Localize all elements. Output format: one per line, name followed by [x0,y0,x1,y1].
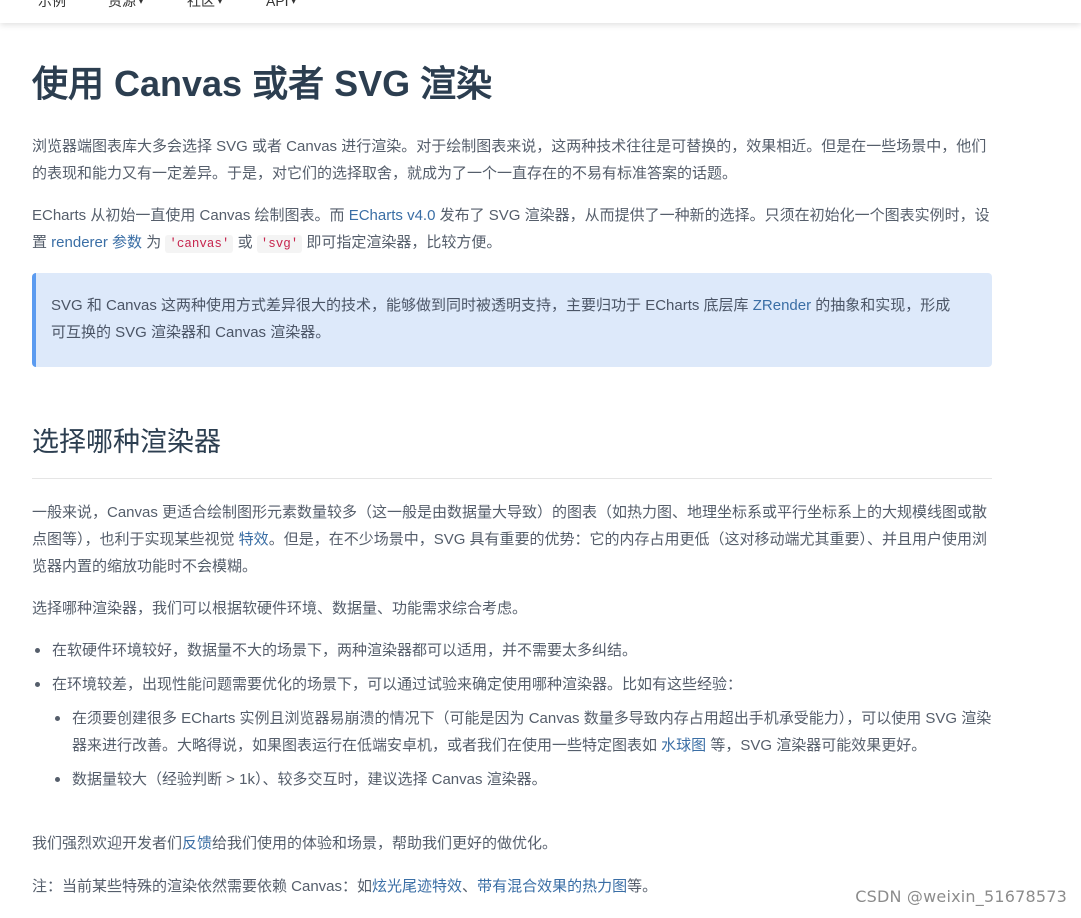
renderer-param-link[interactable]: renderer 参数 [51,234,142,251]
section-heading: 选择哪种渲染器 [32,427,221,457]
nav-item-label: 社区 [187,0,215,9]
list-item: 在环境较差，出现性能问题需要优化的场景下，可以通过试验来确定使用哪种渲染器。比如… [32,671,992,793]
text: 给我们使用的体验和场景，帮助我们更好的做优化。 [212,835,558,852]
advice-list: 在软硬件环境较好，数据量不大的场景下，两种渲染器都可以适用，并不需要太多纠结。 … [32,637,992,800]
text: ECharts 从初始一直使用 Canvas 绘制图表。而 [32,207,349,224]
tip-callout: SVG 和 Canvas 这两种使用方式差异很大的技术，能够做到同时被透明支持，… [32,273,992,367]
nav-item-community[interactable]: 社区 ▾ [187,0,222,11]
text: 等。 [627,878,658,895]
intro-paragraph-2: ECharts 从初始一直使用 Canvas 绘制图表。而 ECharts v4… [32,202,992,258]
zrender-link[interactable]: ZRender [753,297,811,314]
top-navigation-bar: 示例 资源 ▾ 社区 ▾ API ▾ [0,0,1081,23]
text: 即可指定渲染器，比较方便。 [302,234,502,251]
trail-effect-link[interactable]: 炫光尾迹特效 [372,878,462,895]
nav-item-resources[interactable]: 资源 ▾ [108,0,143,11]
chevron-down-icon: ▾ [291,0,296,6]
nav-item-label: API [266,0,289,9]
text: 、 [462,878,478,895]
text: 为 [142,234,166,251]
nav-item-examples[interactable]: 示例 [38,0,66,11]
text: 我们强烈欢迎开发者们 [32,835,183,852]
section-divider [32,478,992,479]
tip-text: SVG 和 Canvas 这两种使用方式差异很大的技术，能够做到同时被透明支持，… [51,292,964,346]
liquid-fill-link[interactable]: 水球图 [661,737,706,754]
text: 等，SVG 渲染器可能效果更好。 [706,737,927,754]
chevron-down-icon: ▾ [139,0,144,6]
page-title: 使用 Canvas 或者 SVG 渲染 [32,63,493,104]
intro-paragraph-1: 浏览器端图表库大多会选择 SVG 或者 Canvas 进行渲染。对于绘制图表来说… [32,138,987,182]
watermark: CSDN @weixin_51678573 [855,887,1067,906]
sub-list: 在须要创建很多 ECharts 实例且浏览器易崩溃的情况下（可能是因为 Canv… [52,705,992,793]
echarts-v4-link[interactable]: ECharts v4.0 [349,207,436,224]
code-svg: 'svg' [256,235,303,253]
text: 注：当前某些特殊的渲染依然需要依赖 Canvas：如 [32,878,373,895]
nav-item-label: 资源 [108,0,136,9]
feedback-link[interactable]: 反馈 [182,835,212,852]
nav-item-api[interactable]: API ▾ [266,0,296,11]
text: 或 [233,234,257,251]
effects-link[interactable]: 特效 [239,531,269,548]
code-canvas: 'canvas' [165,235,234,253]
section-paragraph-3: 我们强烈欢迎开发者们反馈给我们使用的体验和场景，帮助我们更好的做优化。 [32,830,992,857]
blend-heatmap-link[interactable]: 带有混合效果的热力图 [477,878,627,895]
list-item: 数据量较大（经验判断 > 1k）、较多交互时，建议选择 Canvas 渲染器。 [52,766,992,793]
nav-item-label: 示例 [38,0,66,9]
section-paragraph-2: 选择哪种渲染器，我们可以根据软硬件环境、数据量、功能需求综合考虑。 [32,600,528,617]
list-item: 在须要创建很多 ECharts 实例且浏览器易崩溃的情况下（可能是因为 Canv… [52,705,992,759]
section-note: 注：当前某些特殊的渲染依然需要依赖 Canvas：如炫光尾迹特效、带有混合效果的… [32,873,992,900]
section-paragraph-1: 一般来说，Canvas 更适合绘制图形元素数量较多（这一般是由数据量大导致）的图… [32,499,992,580]
chevron-down-icon: ▾ [218,0,223,6]
text: 在环境较差，出现性能问题需要优化的场景下，可以通过试验来确定使用哪种渲染器。比如… [52,676,743,693]
text: SVG 和 Canvas 这两种使用方式差异很大的技术，能够做到同时被透明支持，… [51,297,753,314]
list-item: 在软硬件环境较好，数据量不大的场景下，两种渲染器都可以适用，并不需要太多纠结。 [32,637,992,664]
